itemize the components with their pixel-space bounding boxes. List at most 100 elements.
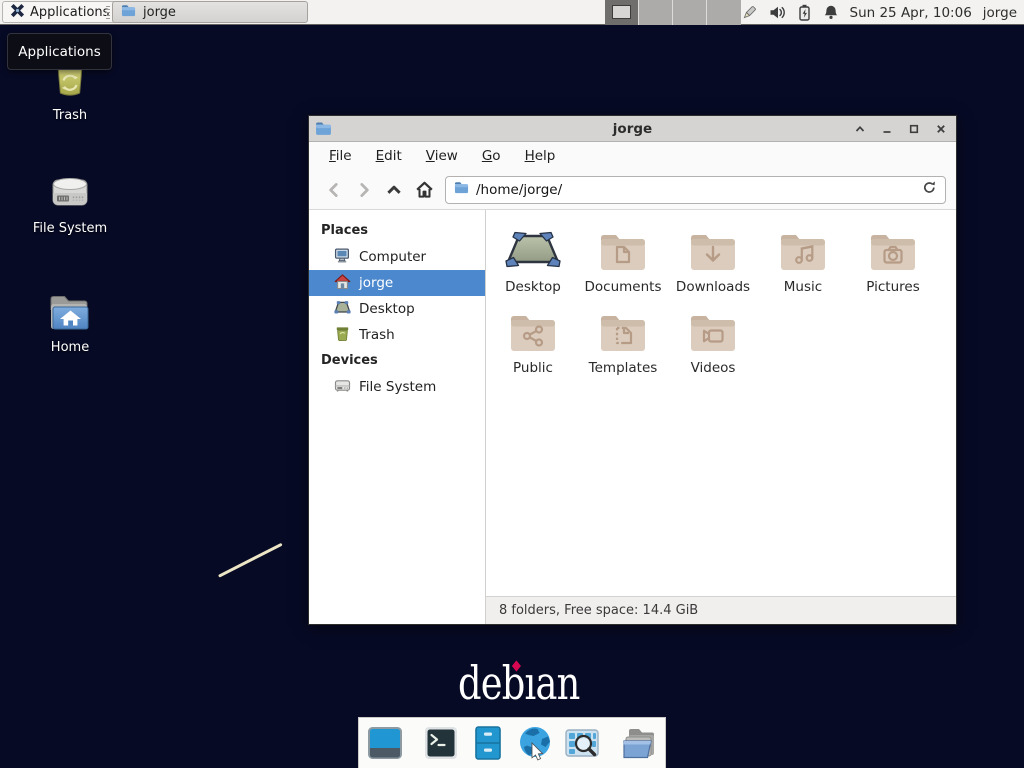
pictures-folder-icon (848, 224, 938, 272)
home-button[interactable] (409, 176, 439, 204)
sidebar-item-home[interactable]: jorge (309, 270, 485, 296)
sidebar-item-desktop[interactable]: Desktop (309, 296, 485, 322)
taskbar-window-label: jorge (143, 5, 176, 20)
shade-button[interactable] (853, 121, 867, 137)
sidebar-item-trash[interactable]: Trash (309, 322, 485, 348)
file-manager-window: jorge File Edit View Go Help (308, 115, 957, 625)
show-desktop-icon[interactable] (366, 724, 404, 762)
location-path[interactable]: /home/jorge/ (476, 182, 915, 198)
file-desktop-label: Desktop (488, 279, 578, 295)
file-pictures[interactable]: Pictures (848, 224, 938, 295)
file-cabinet-icon[interactable] (469, 724, 507, 762)
volume-icon[interactable] (769, 4, 786, 21)
menu-edit[interactable]: Edit (364, 144, 414, 168)
sidebar-item-filesystem-label: File System (359, 379, 436, 395)
panel-handle (106, 6, 110, 19)
downloads-folder-icon (668, 224, 758, 272)
workspace-4[interactable] (707, 0, 741, 25)
sidebar-devices-header: Devices (309, 348, 485, 374)
notifications-icon[interactable] (823, 4, 839, 21)
titlebar[interactable]: jorge (309, 116, 956, 142)
dock-panel (358, 717, 666, 768)
close-button[interactable] (934, 121, 948, 137)
location-folder-icon (454, 180, 469, 199)
toolbar: /home/jorge/ (309, 170, 956, 210)
applications-tooltip: Applications (7, 33, 112, 70)
sidebar-item-desktop-label: Desktop (359, 301, 415, 317)
location-bar[interactable]: /home/jorge/ (445, 176, 946, 204)
file-templates-label: Templates (578, 360, 668, 376)
drive-small-icon (334, 377, 351, 398)
videos-folder-icon (668, 305, 758, 353)
window-folder-icon (315, 120, 332, 141)
desktop-pad-icon (488, 224, 578, 272)
minimize-button[interactable] (880, 121, 894, 137)
forward-button[interactable] (349, 176, 379, 204)
menu-go[interactable]: Go (470, 144, 513, 168)
tooltip-text: Applications (18, 44, 100, 60)
file-documents-label: Documents (578, 279, 668, 295)
reload-icon[interactable] (922, 180, 937, 199)
sidebar-item-filesystem[interactable]: File System (309, 374, 485, 400)
file-public-label: Public (488, 360, 578, 376)
session-username[interactable]: jorge (983, 5, 1017, 21)
back-button[interactable] (319, 176, 349, 204)
file-videos[interactable]: Videos (668, 305, 758, 376)
statusbar-text: 8 folders, Free space: 14.4 GiB (499, 603, 698, 618)
workspace-2[interactable] (639, 0, 673, 25)
desktop-icon-home[interactable]: Home (22, 291, 118, 355)
applications-menu-button[interactable]: Applications (2, 1, 117, 23)
directory-menu-icon[interactable] (619, 724, 661, 762)
sidebar-places-header: Places (309, 218, 485, 244)
menubar: File Edit View Go Help (309, 142, 956, 170)
file-templates[interactable]: Templates (578, 305, 668, 376)
main-column: Desktop Documents (486, 210, 956, 624)
file-downloads-label: Downloads (668, 279, 758, 295)
desktop-icon-filesystem[interactable]: File System (22, 168, 118, 236)
debian-wordmark: debıan (458, 658, 580, 709)
system-tray: Sun 25 Apr, 10:06 jorge (740, 0, 1024, 25)
xfce-applications-icon (10, 3, 25, 22)
file-documents[interactable]: Documents (578, 224, 668, 295)
sidebar: Places Computer jorge Desktop (309, 210, 486, 624)
hard-drive-icon (22, 168, 118, 216)
menu-help[interactable]: Help (513, 144, 568, 168)
menu-file[interactable]: File (317, 144, 364, 168)
window-body: Places Computer jorge Desktop (309, 210, 956, 624)
desktop-icon-trash-label: Trash (22, 108, 118, 123)
trash-small-icon (334, 325, 351, 346)
file-icon-view[interactable]: Desktop Documents (486, 210, 956, 596)
home-folder-icon (22, 291, 118, 335)
home-icon (334, 273, 351, 294)
file-music-label: Music (758, 279, 848, 295)
clock[interactable]: Sun 25 Apr, 10:06 (850, 5, 972, 21)
web-browser-icon[interactable] (516, 724, 554, 762)
file-music[interactable]: Music (758, 224, 848, 295)
documents-folder-icon (578, 224, 668, 272)
taskbar-window-button[interactable]: jorge (112, 1, 308, 23)
application-finder-icon[interactable] (563, 724, 601, 762)
workspace-3[interactable] (673, 0, 707, 25)
sidebar-item-home-label: jorge (359, 275, 393, 291)
top-panel: Applications jorge Sun 25 Apr, 10:06 jor… (0, 0, 1024, 25)
folder-icon (121, 3, 136, 22)
workspace-1[interactable] (605, 0, 639, 25)
sidebar-item-trash-label: Trash (359, 327, 395, 343)
statusbar: 8 folders, Free space: 14.4 GiB (486, 596, 956, 624)
window-controls (853, 116, 948, 142)
stylus-icon[interactable] (740, 4, 758, 22)
sidebar-item-computer[interactable]: Computer (309, 244, 485, 270)
computer-icon (334, 247, 351, 268)
terminal-icon[interactable] (422, 724, 460, 762)
file-public[interactable]: Public (488, 305, 578, 376)
file-downloads[interactable]: Downloads (668, 224, 758, 295)
file-desktop[interactable]: Desktop (488, 224, 578, 295)
menu-view[interactable]: View (414, 144, 470, 168)
maximize-button[interactable] (907, 121, 921, 137)
desktop-icon-home-label: Home (22, 340, 118, 355)
up-button[interactable] (379, 176, 409, 204)
battery-icon[interactable] (797, 4, 812, 22)
wallpaper-line-artifact (218, 543, 283, 578)
templates-folder-icon (578, 305, 668, 353)
desktop-icon (334, 299, 351, 320)
